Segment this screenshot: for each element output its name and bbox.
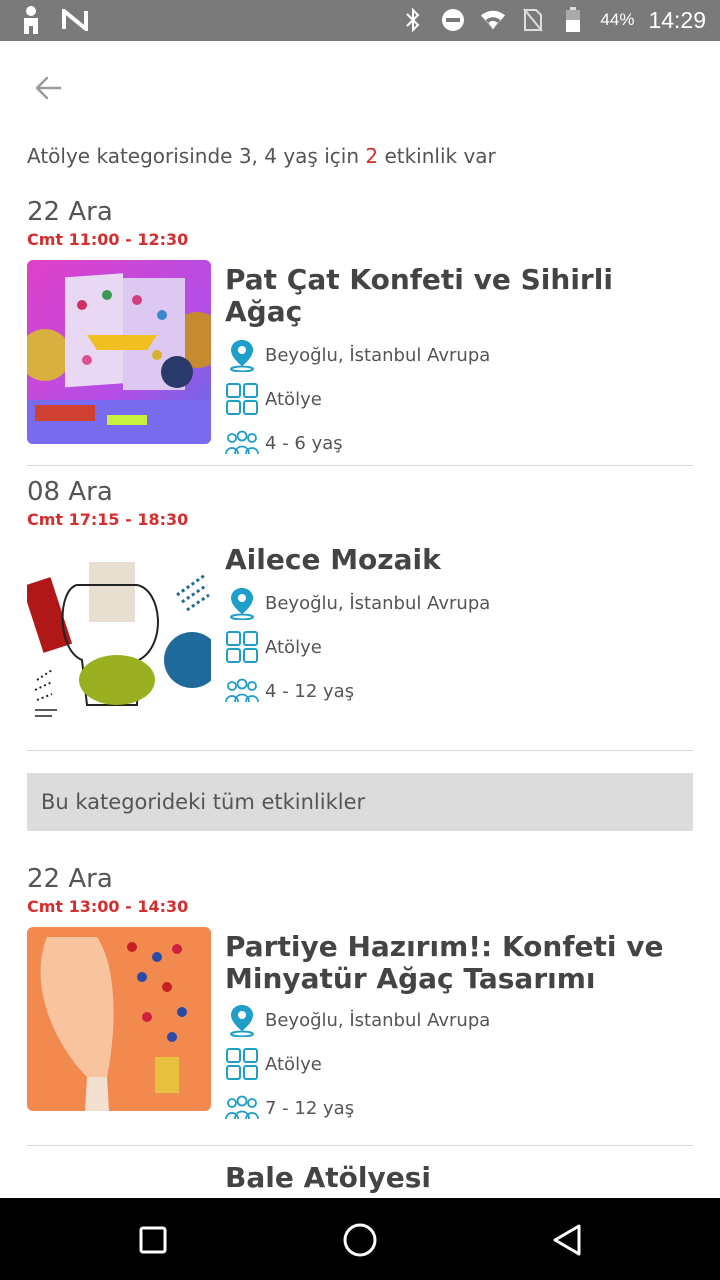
event-title-line2: Minyatür Ağaç Tasarımı [225, 962, 596, 995]
event-age: 7 - 12 yaş [265, 1097, 355, 1119]
navigation-bar [0, 1198, 720, 1280]
dnd-icon [440, 6, 466, 34]
clock: 14:29 [648, 6, 706, 33]
event-title-line1: Partiye Hazırım!: Konfeti ve [225, 930, 664, 963]
event-category: Atölye [265, 388, 322, 410]
square-recent-icon [139, 1226, 167, 1254]
event-card[interactable]: 22 Ara Cmt 11:00 - 12:30 Pat Çat Konfeti… [27, 196, 693, 466]
location-pin-icon [225, 586, 259, 620]
age-group-icon [225, 1091, 259, 1125]
event-category: Atölye [265, 1053, 322, 1075]
home-button[interactable] [338, 1218, 382, 1262]
location-pin-icon [225, 338, 259, 372]
circle-home-icon [343, 1223, 377, 1257]
no-sim-icon [520, 6, 546, 34]
bluetooth-icon [400, 6, 426, 34]
status-bar: 44% 14:29 [0, 0, 720, 41]
category-grid-icon [225, 630, 259, 664]
event-category: Atölye [265, 636, 322, 658]
event-title[interactable]: Pat Çat Konfeti ve Sihirli Ağaç [225, 264, 693, 328]
event-list: 22 Ara Cmt 11:00 - 12:30 Pat Çat Konfeti… [27, 196, 693, 1210]
category-grid-icon [225, 382, 259, 416]
event-thumbnail[interactable] [27, 540, 211, 724]
event-location: Beyoğlu, İstanbul Avrupa [265, 1009, 491, 1031]
event-age: 4 - 12 yaş [265, 680, 355, 702]
age-group-icon [225, 426, 259, 460]
event-location: Beyoğlu, İstanbul Avrupa [265, 344, 491, 366]
results-summary: Atölye kategorisinde 3, 4 yaş için 2 etk… [27, 144, 496, 168]
n-logo-icon [62, 6, 88, 34]
all-category-label: Bu kategorideki tüm etkinlikler [41, 790, 366, 814]
summary-suffix: etkinlik var [384, 144, 496, 168]
back-button[interactable] [28, 68, 68, 108]
battery-percent: 44% [600, 10, 635, 29]
wifi-icon [480, 6, 506, 34]
category-grid-icon [225, 1047, 259, 1081]
summary-prefix: Atölye kategorisinde 3, 4 yaş için [27, 144, 359, 168]
event-title[interactable]: Bale Atölyesi [225, 1162, 693, 1194]
person-icon [18, 6, 44, 34]
triangle-back-icon [553, 1224, 581, 1256]
event-card[interactable]: 08 Ara Cmt 17:15 - 18:30 Ailece Mozaik B… [27, 476, 693, 751]
arrow-left-icon [35, 76, 62, 100]
event-age: 4 - 6 yaş [265, 432, 343, 454]
all-category-events-button[interactable]: Bu kategorideki tüm etkinlikler [27, 773, 693, 831]
event-time: Cmt 17:15 - 18:30 [27, 510, 189, 529]
event-thumbnail[interactable] [27, 260, 211, 444]
age-group-icon [225, 674, 259, 708]
event-date: 22 Ara [27, 197, 113, 227]
battery-icon [560, 6, 586, 34]
result-count: 2 [365, 144, 379, 168]
event-time: Cmt 13:00 - 14:30 [27, 897, 189, 916]
nav-back-button[interactable] [545, 1218, 589, 1262]
event-title[interactable]: Ailece Mozaik [225, 544, 693, 576]
event-thumbnail[interactable] [27, 927, 211, 1111]
location-pin-icon [225, 1003, 259, 1037]
event-date: 22 Ara [27, 864, 113, 894]
event-card[interactable]: 22 Ara Cmt 13:00 - 14:30 Partiye Hazırım… [27, 863, 693, 1146]
event-time: Cmt 11:00 - 12:30 [27, 230, 189, 249]
event-location: Beyoğlu, İstanbul Avrupa [265, 592, 491, 614]
event-title[interactable]: Partiye Hazırım!: Konfeti ve Minyatür Ağ… [225, 931, 693, 995]
event-date: 08 Ara [27, 477, 113, 507]
recent-apps-button[interactable] [131, 1218, 175, 1262]
